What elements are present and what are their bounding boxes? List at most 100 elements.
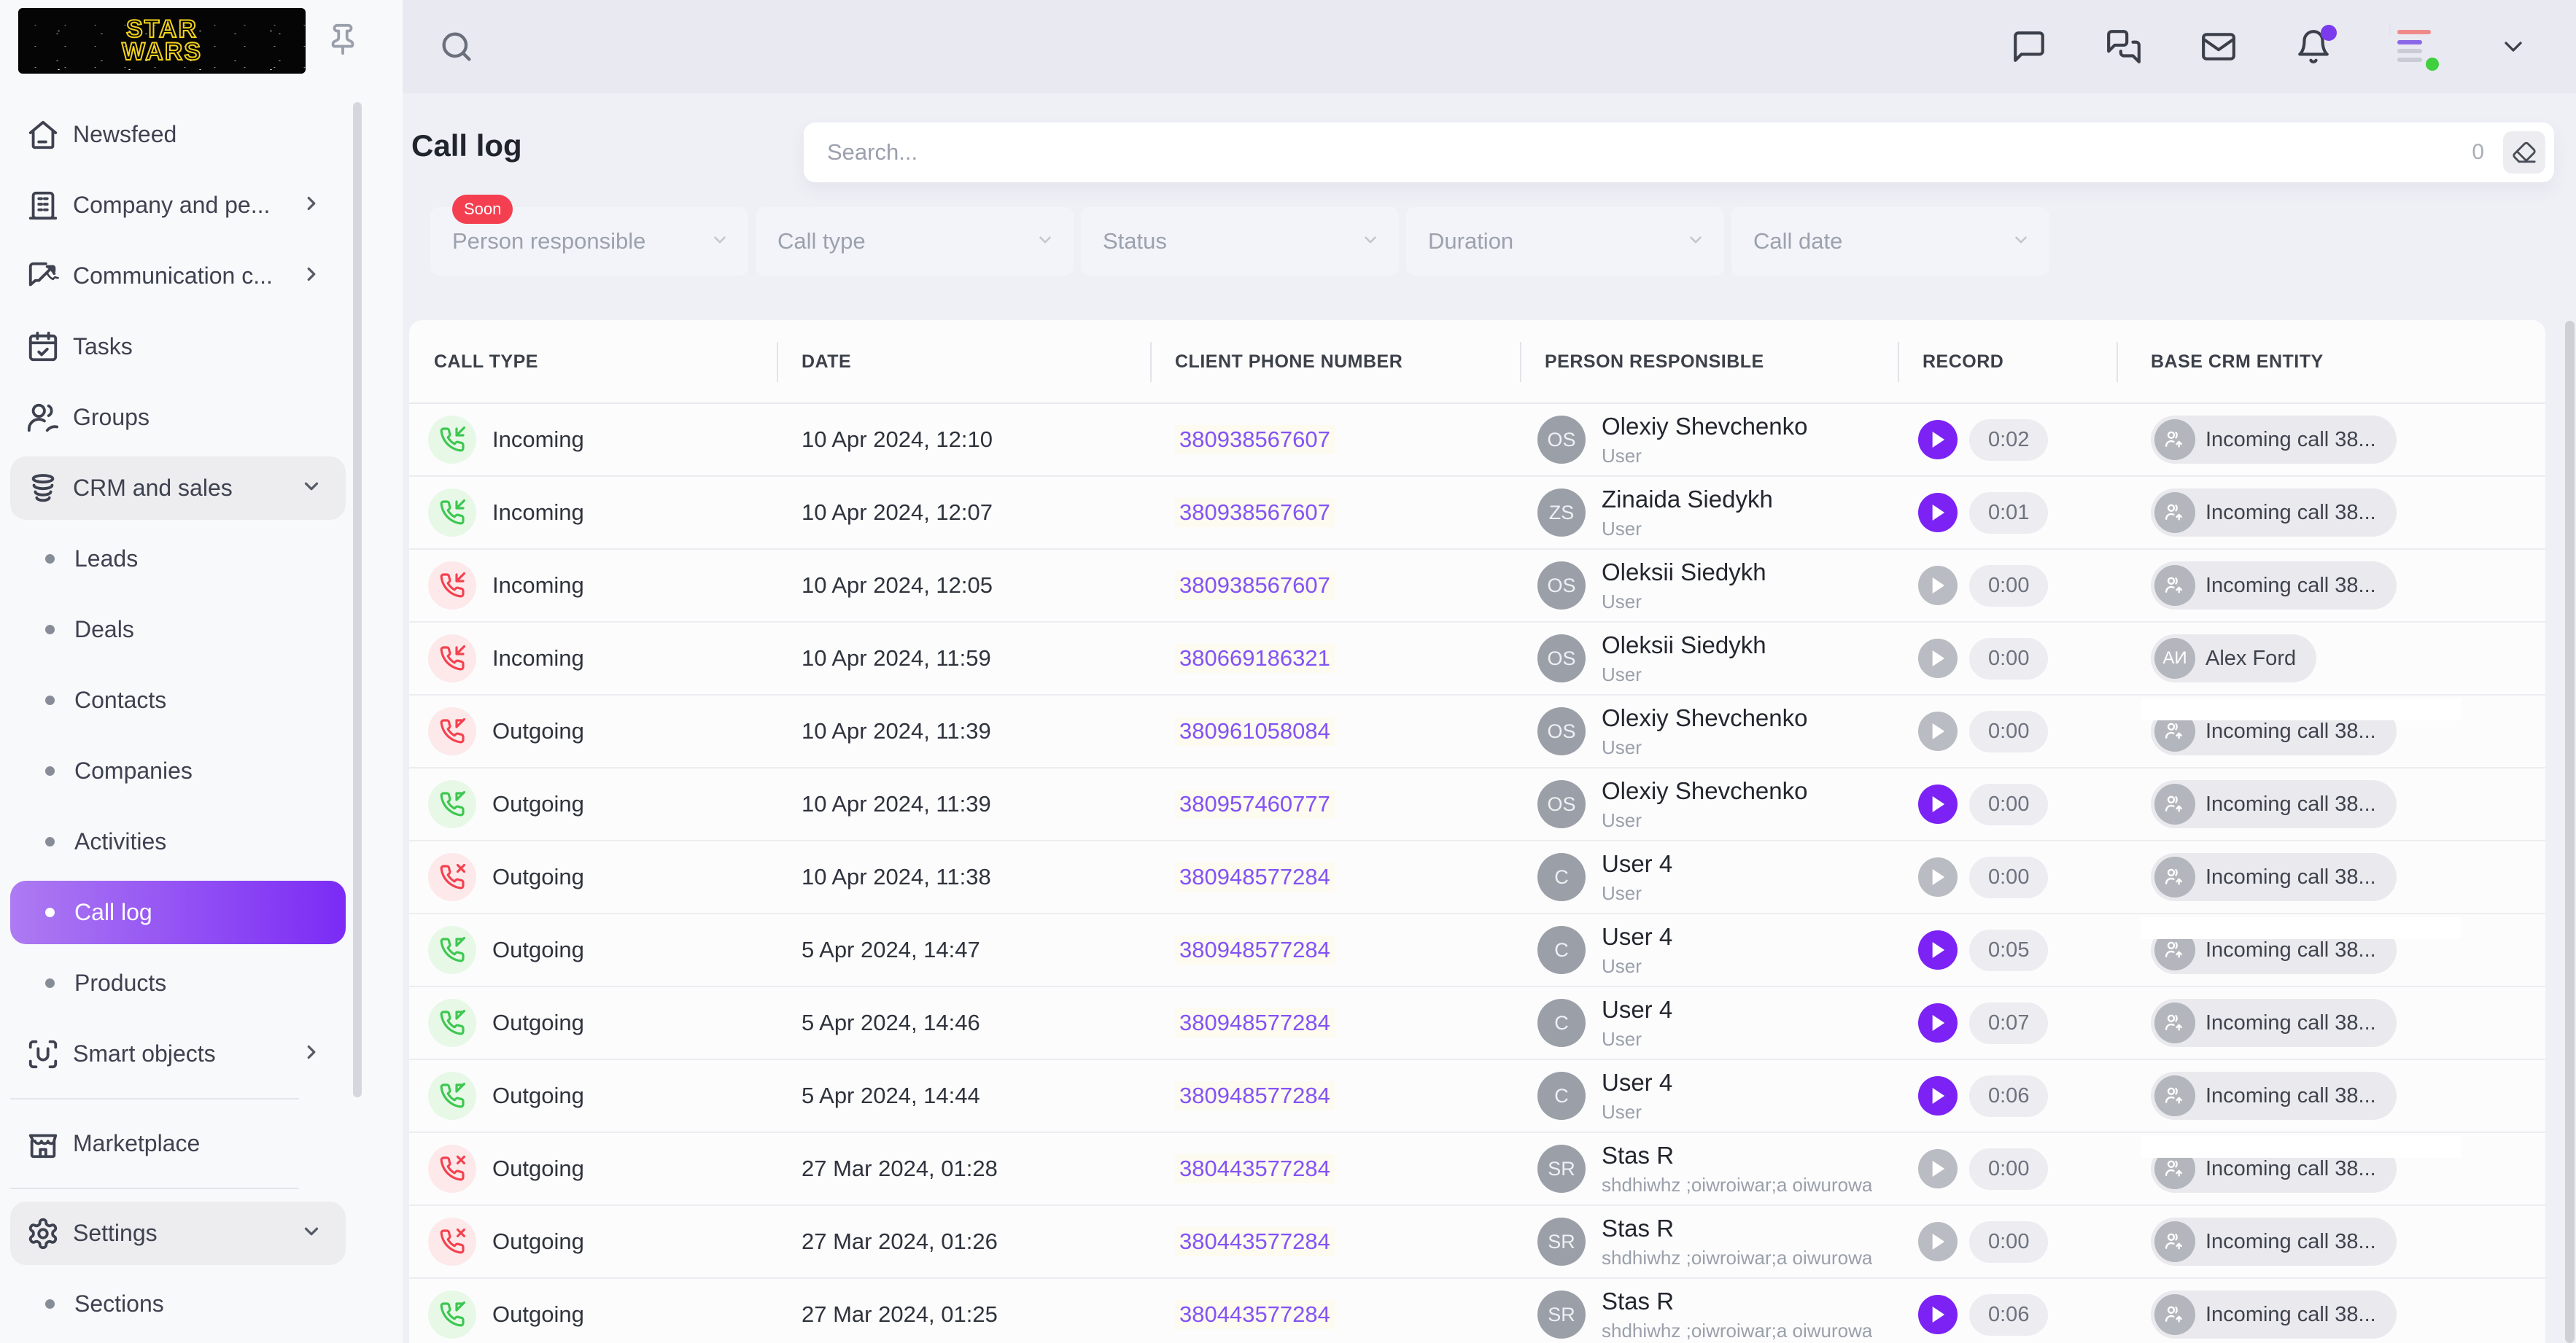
play-button[interactable] bbox=[1918, 785, 1958, 824]
play-button[interactable] bbox=[1918, 1149, 1958, 1188]
client-phone-link[interactable]: 380443577284 bbox=[1175, 1300, 1335, 1329]
sidebar-item-settings[interactable]: Settings bbox=[0, 1198, 365, 1269]
person-cell: OS Oleksii Siedykh User bbox=[1520, 623, 1898, 694]
person-avatar[interactable]: C bbox=[1537, 1072, 1586, 1120]
person-avatar[interactable]: OS bbox=[1537, 634, 1586, 682]
person-avatar[interactable]: OS bbox=[1537, 416, 1586, 464]
client-phone-link[interactable]: 380948577284 bbox=[1175, 863, 1335, 892]
avatar[interactable] bbox=[2389, 23, 2437, 71]
play-button[interactable] bbox=[1918, 493, 1958, 532]
crm-entity-pill[interactable]: Incoming call 38... bbox=[2151, 780, 2397, 828]
play-button[interactable] bbox=[1918, 1295, 1958, 1334]
person-avatar[interactable]: OS bbox=[1537, 561, 1586, 610]
filter-call-date[interactable]: Call date bbox=[1731, 207, 2049, 276]
filter-status[interactable]: Status bbox=[1081, 207, 1399, 276]
person-avatar[interactable]: SR bbox=[1537, 1218, 1586, 1266]
crm-entity-label: Incoming call 38... bbox=[2205, 1011, 2376, 1035]
client-phone-link[interactable]: 380948577284 bbox=[1175, 1081, 1335, 1110]
person-avatar[interactable]: ZS bbox=[1537, 488, 1586, 537]
person-cell: C User 4 User bbox=[1520, 987, 1898, 1059]
app-logo[interactable]: STAR WARS bbox=[18, 8, 306, 74]
person-avatar[interactable]: OS bbox=[1537, 780, 1586, 828]
client-phone-link[interactable]: 380443577284 bbox=[1175, 1154, 1335, 1183]
person-cell: SR Stas R shdhiwhz ;oiwroiwar;a oiwurowa bbox=[1520, 1279, 1898, 1343]
sidebar-item-crm-and-sales[interactable]: CRM and sales bbox=[0, 453, 365, 523]
filter-label: Call date bbox=[1753, 228, 1842, 254]
filter-duration[interactable]: Duration bbox=[1406, 207, 1724, 276]
client-phone-link[interactable]: 380443577284 bbox=[1175, 1227, 1335, 1256]
call-type-cell: Incoming bbox=[409, 404, 777, 475]
play-button[interactable] bbox=[1918, 1222, 1958, 1261]
person-avatar[interactable]: SR bbox=[1537, 1291, 1586, 1339]
crm-entity-pill[interactable]: Incoming call 38... bbox=[2151, 1072, 2397, 1120]
communication-icon bbox=[26, 260, 60, 293]
sidebar-item-products[interactable]: Products bbox=[0, 948, 365, 1019]
sidebar-scrollbar[interactable] bbox=[353, 102, 362, 1097]
person-name: Stas R bbox=[1602, 1288, 1872, 1315]
client-phone-link[interactable]: 380948577284 bbox=[1175, 935, 1335, 965]
sidebar-item-newsfeed[interactable]: Newsfeed bbox=[0, 99, 365, 170]
sidebar-item-contacts[interactable]: Contacts bbox=[0, 665, 365, 736]
play-button[interactable] bbox=[1918, 930, 1958, 970]
play-button[interactable] bbox=[1918, 712, 1958, 751]
sidebar-item-label: Products bbox=[74, 970, 166, 997]
app-root: STAR WARS NewsfeedCompany and pe...Commu… bbox=[0, 0, 2576, 1343]
table-row: Outgoing 10 Apr 2024, 11:38 380948577284… bbox=[409, 841, 2545, 914]
play-button[interactable] bbox=[1918, 1076, 1958, 1116]
search-input[interactable] bbox=[804, 139, 2472, 166]
crm-entity-pill[interactable]: Incoming call 38... bbox=[2151, 999, 2397, 1047]
client-phone-link[interactable]: 380669186321 bbox=[1175, 644, 1335, 673]
play-button[interactable] bbox=[1918, 857, 1958, 897]
phone-incoming-red-icon bbox=[428, 634, 476, 682]
sidebar-item-leads[interactable]: Leads bbox=[0, 523, 365, 594]
record-duration: 0:00 bbox=[1969, 857, 2048, 898]
person-avatar[interactable]: C bbox=[1537, 853, 1586, 901]
person-avatar[interactable]: OS bbox=[1537, 707, 1586, 755]
call-type-label: Outgoing bbox=[492, 718, 584, 744]
chevron-down-icon[interactable] bbox=[2494, 28, 2532, 66]
bell-icon[interactable] bbox=[2294, 28, 2332, 66]
search-icon[interactable] bbox=[438, 28, 476, 66]
crm-entity-pill[interactable]: Incoming call 38... bbox=[2151, 488, 2397, 537]
client-phone-link[interactable]: 380961058084 bbox=[1175, 717, 1335, 746]
play-button[interactable] bbox=[1918, 1003, 1958, 1043]
sidebar-item-company-and-pe[interactable]: Company and pe... bbox=[0, 170, 365, 241]
entity-person-icon bbox=[2154, 565, 2195, 606]
mail-icon[interactable] bbox=[2200, 28, 2238, 66]
page-scrollbar[interactable] bbox=[2565, 321, 2575, 1343]
filter-person-responsible[interactable]: SoonPerson responsible bbox=[430, 207, 748, 276]
sidebar-item-call-log[interactable]: Call log bbox=[0, 877, 365, 948]
person-avatar[interactable]: SR bbox=[1537, 1145, 1586, 1193]
crm-entity-pill[interactable]: Incoming call 38... bbox=[2151, 1291, 2397, 1339]
record-cell: 0:00 bbox=[1898, 550, 2117, 621]
pin-icon[interactable] bbox=[326, 23, 360, 60]
chat-icon[interactable] bbox=[2010, 28, 2048, 66]
play-button[interactable] bbox=[1918, 566, 1958, 605]
crm-entity-pill[interactable]: Incoming call 38... bbox=[2151, 1218, 2397, 1266]
client-phone-link[interactable]: 380938567607 bbox=[1175, 571, 1335, 600]
play-button[interactable] bbox=[1918, 420, 1958, 459]
client-phone-link[interactable]: 380938567607 bbox=[1175, 425, 1335, 454]
crm-entity-pill[interactable]: Incoming call 38... bbox=[2151, 561, 2397, 610]
sidebar-item-tasks[interactable]: Tasks bbox=[0, 311, 365, 382]
sidebar-item-sections[interactable]: Sections bbox=[0, 1269, 365, 1339]
sidebar-item-deals[interactable]: Deals bbox=[0, 594, 365, 665]
client-phone-link[interactable]: 380948577284 bbox=[1175, 1008, 1335, 1038]
clear-search-button[interactable] bbox=[2503, 131, 2545, 174]
sidebar-item-activities[interactable]: Activities bbox=[0, 806, 365, 877]
sidebar-item-communication-c[interactable]: Communication c... bbox=[0, 241, 365, 311]
client-phone-link[interactable]: 380957460777 bbox=[1175, 790, 1335, 819]
client-phone-link[interactable]: 380938567607 bbox=[1175, 498, 1335, 527]
sidebar-item-smart-objects[interactable]: Smart objects bbox=[0, 1019, 365, 1089]
play-button[interactable] bbox=[1918, 639, 1958, 678]
filter-call-type[interactable]: Call type bbox=[756, 207, 1074, 276]
sidebar-item-companies[interactable]: Companies bbox=[0, 736, 365, 806]
crm-entity-pill[interactable]: Incoming call 38... bbox=[2151, 416, 2397, 464]
sidebar-item-groups[interactable]: Groups bbox=[0, 382, 365, 453]
crm-entity-pill[interactable]: Incoming call 38... bbox=[2151, 853, 2397, 901]
person-avatar[interactable]: C bbox=[1537, 999, 1586, 1047]
person-avatar[interactable]: C bbox=[1537, 926, 1586, 974]
crm-entity-pill[interactable]: АИ Alex Ford bbox=[2151, 634, 2316, 682]
sidebar-item-marketplace[interactable]: Marketplace bbox=[0, 1108, 365, 1179]
chats-icon[interactable] bbox=[2105, 28, 2143, 66]
